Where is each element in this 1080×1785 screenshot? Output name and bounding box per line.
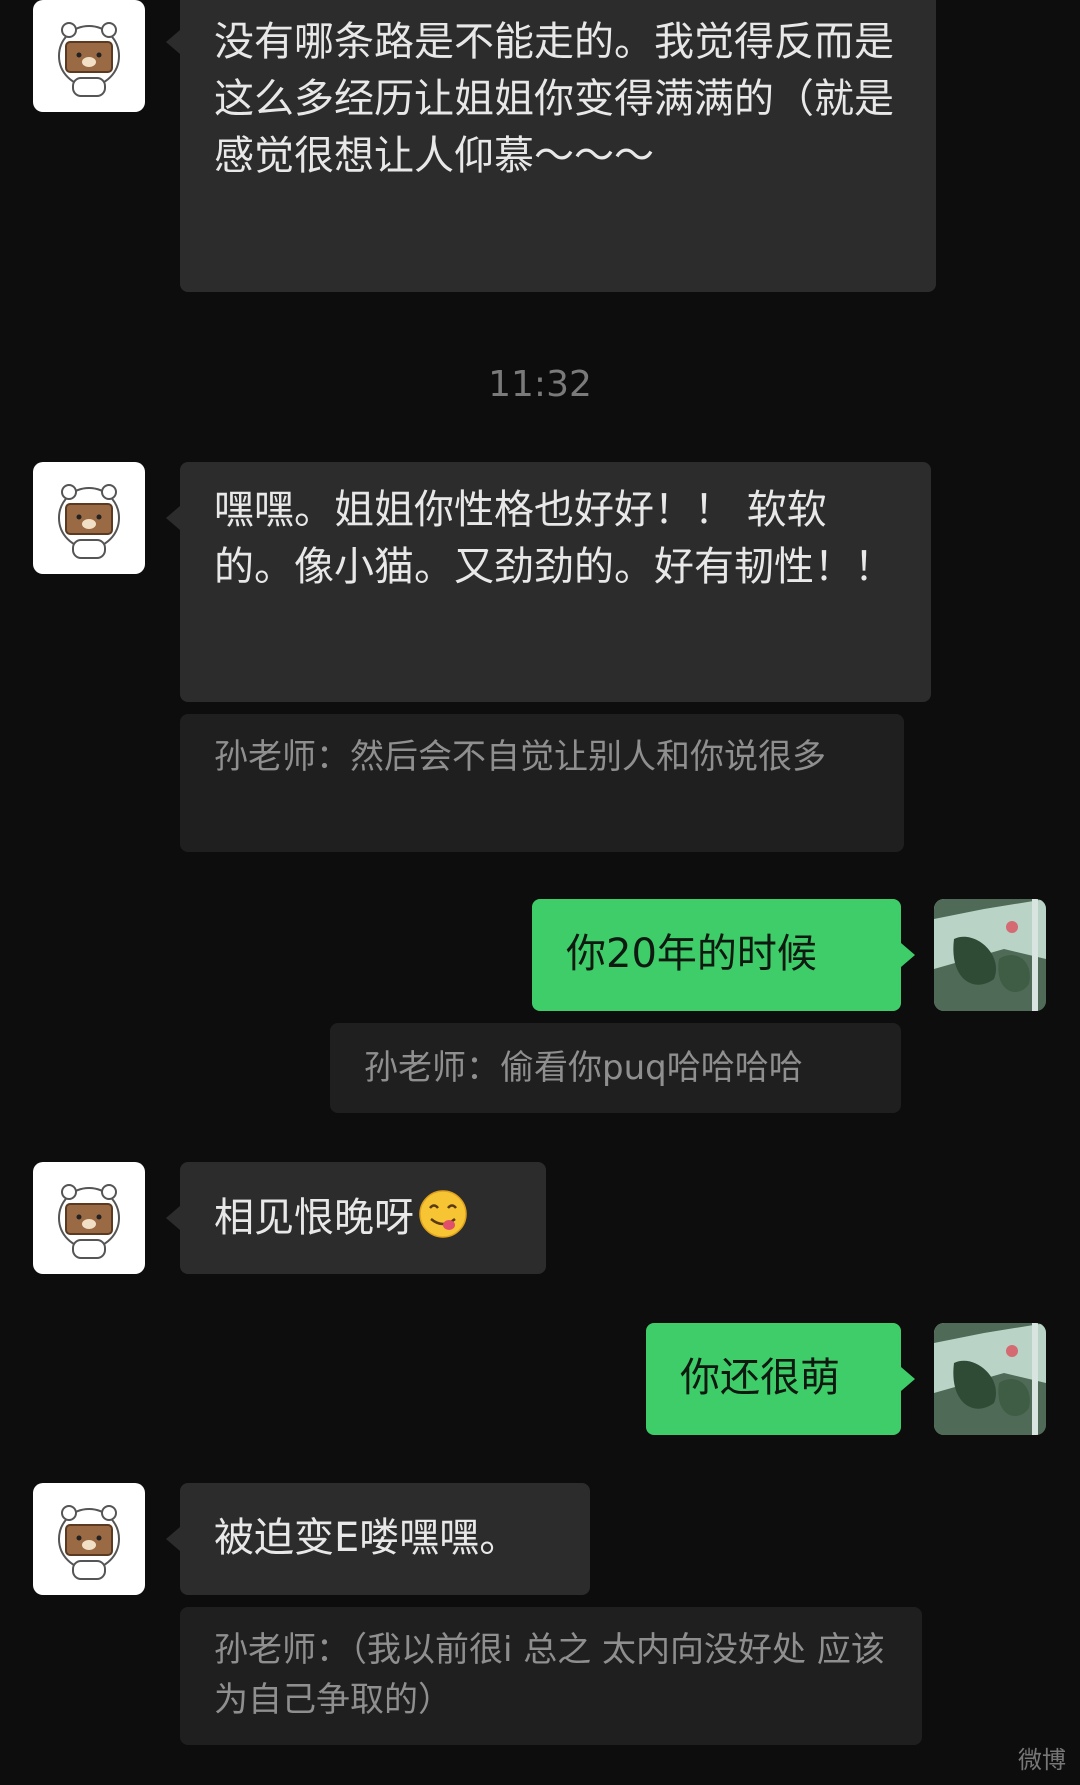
message-text: 没有哪条路是不能走的。我觉得反而是这么多经历让姐姐你变得满满的（就是感觉很想让人…	[214, 19, 894, 179]
yum-face-emoji	[418, 1189, 468, 1239]
bubble-tail	[901, 1367, 915, 1391]
bubble-tail	[166, 30, 180, 54]
bear-avatar-icon	[58, 484, 120, 559]
quoted-reply[interactable]: 孙老师：然后会不自觉让别人和你说很多	[180, 714, 904, 852]
message-bubble[interactable]: 被迫变E喽嘿嘿。	[180, 1483, 590, 1595]
bear-avatar-icon	[58, 22, 120, 97]
message-text: 你还很萌	[680, 1355, 840, 1401]
contact-avatar[interactable]	[33, 1483, 145, 1595]
message-text: 嘿嘿。姐姐你性格也好好！！ 软软的。像小猫。又劲劲的。好有韧性！！	[214, 487, 894, 590]
bear-avatar-icon	[58, 1184, 120, 1259]
contact-avatar[interactable]	[33, 0, 145, 112]
quoted-reply[interactable]: 孙老师：偷看你puq哈哈哈哈	[330, 1023, 901, 1113]
bubble-tail	[901, 943, 915, 967]
message-bubble[interactable]: 你20年的时候	[532, 899, 901, 1011]
message-text: 被迫变E喽嘿嘿。	[214, 1515, 520, 1561]
watermark: 微博	[1018, 1746, 1066, 1774]
quote-text: 孙老师：然后会不自觉让别人和你说很多	[214, 737, 826, 777]
message-text: 你20年的时候	[566, 931, 817, 977]
quoted-reply[interactable]: 孙老师：（我以前很i 总之 太内向没好处 应该为自己争取的）	[180, 1607, 922, 1745]
contact-avatar[interactable]	[33, 462, 145, 574]
flower-photo-avatar-icon	[934, 1323, 1046, 1435]
contact-avatar[interactable]	[33, 1162, 145, 1274]
self-avatar[interactable]	[934, 1323, 1046, 1435]
quote-text: 孙老师：偷看你puq哈哈哈哈	[364, 1048, 803, 1088]
bubble-tail	[166, 1206, 180, 1230]
bubble-tail	[166, 506, 180, 530]
timestamp: 11:32	[488, 364, 592, 405]
message-text: 相见恨晚呀	[214, 1195, 414, 1241]
quote-text: 孙老师：（我以前很i 总之 太内向没好处 应该为自己争取的）	[214, 1630, 885, 1720]
self-avatar[interactable]	[934, 899, 1046, 1011]
message-bubble[interactable]: 相见恨晚呀	[180, 1162, 546, 1274]
bubble-tail	[166, 1527, 180, 1551]
bear-avatar-icon	[58, 1505, 120, 1580]
message-bubble[interactable]: 嘿嘿。姐姐你性格也好好！！ 软软的。像小猫。又劲劲的。好有韧性！！	[180, 462, 931, 702]
flower-photo-avatar-icon	[934, 899, 1046, 1011]
message-bubble[interactable]: 没有哪条路是不能走的。我觉得反而是这么多经历让姐姐你变得满满的（就是感觉很想让人…	[180, 0, 936, 292]
message-bubble[interactable]: 你还很萌	[646, 1323, 901, 1435]
